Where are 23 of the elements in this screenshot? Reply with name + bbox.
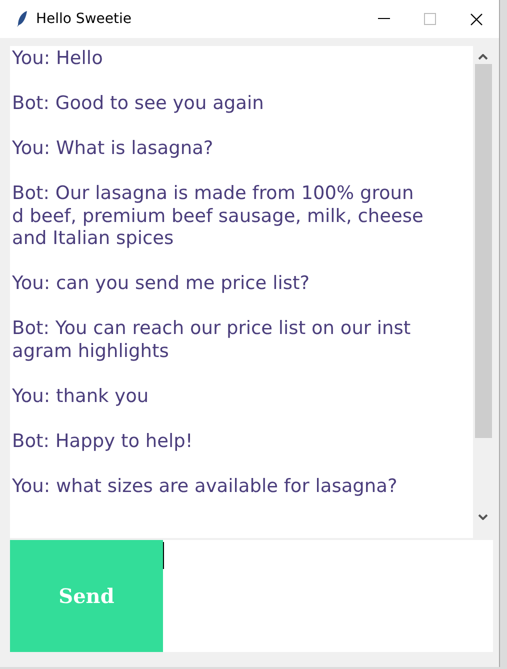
chat-message-line: Bot: Good to see you again [12, 93, 264, 116]
chat-message-line: Bot: Happy to help! [12, 430, 193, 453]
chat-message-line: and Italian spices [12, 228, 174, 250]
send-button[interactable]: Send [10, 540, 163, 652]
message-input[interactable] [163, 540, 493, 652]
chat-message-line: You: can you send me price list? [12, 273, 310, 296]
scroll-thumb[interactable] [474, 64, 492, 438]
text-caret [163, 542, 164, 569]
chat-message-line: You: What is lasagna? [12, 138, 214, 160]
scroll-down-icon[interactable] [478, 514, 488, 520]
chat-message-line: Bot: You can reach our price list on our inst [12, 318, 411, 340]
chat-message-line: d beef, premium beef sausage, milk, cheese [12, 206, 424, 228]
close-icon [470, 12, 482, 26]
maximize-icon [424, 13, 436, 25]
chat-message-line: You: Hello [12, 48, 103, 70]
chat-message-line: agram highlights [12, 340, 169, 363]
chat-message-line: Bot: Our lasagna is made from 100% groun [12, 183, 414, 206]
chat-message-line: You: what sizes are available for lasagna? [12, 476, 398, 498]
scroll-up-icon[interactable] [478, 54, 488, 60]
chat-message-line: You: thank you [12, 386, 149, 408]
minimize-icon [378, 18, 390, 20]
feather-icon [16, 10, 28, 28]
window-title: Hello Sweetie [36, 11, 132, 27]
